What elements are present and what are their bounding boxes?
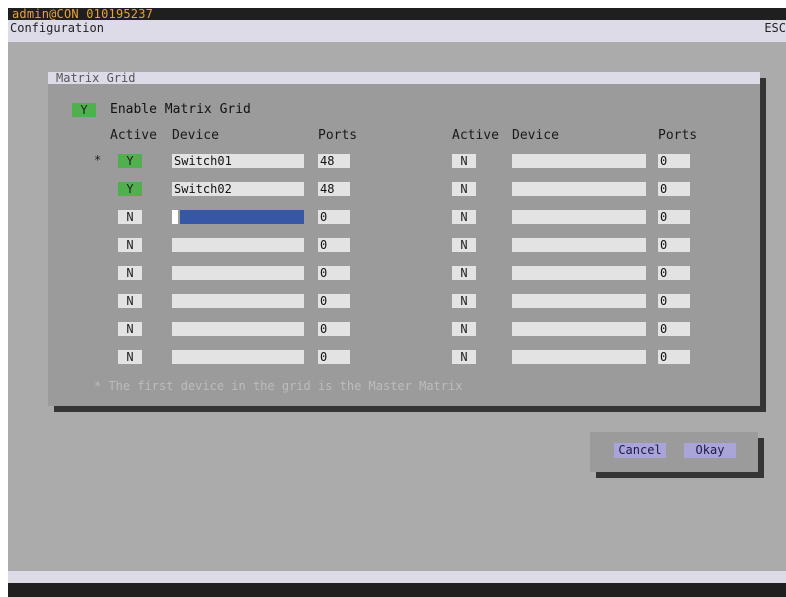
active-toggle-right-8[interactable]: N bbox=[452, 350, 476, 364]
footer-bar bbox=[8, 583, 786, 597]
col-ports-right: Ports bbox=[658, 128, 698, 143]
ports-field-left-8[interactable]: 0 bbox=[318, 350, 350, 364]
col-ports-left: Ports bbox=[318, 128, 358, 143]
active-toggle-right-4[interactable]: N bbox=[452, 238, 476, 252]
active-toggle-left-1[interactable]: Y bbox=[118, 154, 142, 168]
device-field-left-2[interactable]: Switch02 bbox=[172, 182, 304, 196]
panel-title: Matrix Grid bbox=[48, 72, 760, 84]
device-edit-highlight bbox=[180, 210, 304, 224]
col-device-right: Device bbox=[512, 128, 559, 143]
active-toggle-right-6[interactable]: N bbox=[452, 294, 476, 308]
ports-field-right-6[interactable]: 0 bbox=[658, 294, 690, 308]
active-toggle-left-3[interactable]: N bbox=[118, 210, 142, 224]
text-cursor bbox=[172, 210, 178, 224]
active-toggle-right-7[interactable]: N bbox=[452, 322, 476, 336]
active-toggle-right-3[interactable]: N bbox=[452, 210, 476, 224]
device-field-right-8[interactable] bbox=[512, 350, 646, 364]
device-field-right-6[interactable] bbox=[512, 294, 646, 308]
ports-field-right-3[interactable]: 0 bbox=[658, 210, 690, 224]
col-active-right: Active bbox=[452, 128, 499, 143]
active-toggle-left-5[interactable]: N bbox=[118, 266, 142, 280]
ports-field-left-1[interactable]: 48 bbox=[318, 154, 350, 168]
device-field-left-7[interactable] bbox=[172, 322, 304, 336]
device-field-right-4[interactable] bbox=[512, 238, 646, 252]
ports-field-right-4[interactable]: 0 bbox=[658, 238, 690, 252]
active-toggle-left-8[interactable]: N bbox=[118, 350, 142, 364]
ports-field-right-5[interactable]: 0 bbox=[658, 266, 690, 280]
ports-field-right-8[interactable]: 0 bbox=[658, 350, 690, 364]
dialog-buttons: Cancel Okay bbox=[590, 432, 758, 472]
enable-matrix-grid-toggle[interactable]: Y bbox=[72, 103, 96, 117]
device-field-right-1[interactable] bbox=[512, 154, 646, 168]
ports-field-right-7[interactable]: 0 bbox=[658, 322, 690, 336]
ports-field-left-2[interactable]: 48 bbox=[318, 182, 350, 196]
active-toggle-left-6[interactable]: N bbox=[118, 294, 142, 308]
device-field-left-6[interactable] bbox=[172, 294, 304, 308]
ports-field-left-6[interactable]: 0 bbox=[318, 294, 350, 308]
active-toggle-right-1[interactable]: N bbox=[452, 154, 476, 168]
menu-bar: Configuration ESC bbox=[8, 20, 786, 42]
active-toggle-right-5[interactable]: N bbox=[452, 266, 476, 280]
esc-hint[interactable]: ESC bbox=[764, 20, 786, 36]
active-toggle-left-4[interactable]: N bbox=[118, 238, 142, 252]
ports-field-left-7[interactable]: 0 bbox=[318, 322, 350, 336]
master-matrix-note: * The first device in the grid is the Ma… bbox=[94, 379, 463, 393]
device-field-left-8[interactable] bbox=[172, 350, 304, 364]
device-field-right-5[interactable] bbox=[512, 266, 646, 280]
col-device-left: Device bbox=[172, 128, 219, 143]
col-active-left: Active bbox=[110, 128, 157, 143]
device-field-right-3[interactable] bbox=[512, 210, 646, 224]
ports-field-left-5[interactable]: 0 bbox=[318, 266, 350, 280]
ports-field-right-1[interactable]: 0 bbox=[658, 154, 690, 168]
enable-matrix-grid-label: Enable Matrix Grid bbox=[110, 102, 251, 117]
ports-field-right-2[interactable]: 0 bbox=[658, 182, 690, 196]
device-field-left-1[interactable]: Switch01 bbox=[172, 154, 304, 168]
device-field-left-5[interactable] bbox=[172, 266, 304, 280]
session-bar: admin@CON 010195237 bbox=[8, 8, 786, 20]
active-toggle-left-7[interactable]: N bbox=[118, 322, 142, 336]
ports-field-left-3[interactable]: 0 bbox=[318, 210, 350, 224]
cancel-button[interactable]: Cancel bbox=[614, 443, 666, 458]
device-field-right-2[interactable] bbox=[512, 182, 646, 196]
active-toggle-right-2[interactable]: N bbox=[452, 182, 476, 196]
terminal-screen: admin@CON 010195237 Configuration ESC Ma… bbox=[8, 8, 786, 597]
okay-button[interactable]: Okay bbox=[684, 443, 736, 458]
ports-field-left-4[interactable]: 0 bbox=[318, 238, 350, 252]
device-field-right-7[interactable] bbox=[512, 322, 646, 336]
menu-title: Configuration bbox=[10, 21, 104, 35]
active-toggle-left-2[interactable]: Y bbox=[118, 182, 142, 196]
master-marker: * bbox=[94, 153, 102, 167]
device-field-left-4[interactable] bbox=[172, 238, 304, 252]
matrix-grid-panel: Matrix Grid Y Enable Matrix Grid Active … bbox=[48, 72, 760, 406]
status-bar bbox=[8, 571, 786, 583]
